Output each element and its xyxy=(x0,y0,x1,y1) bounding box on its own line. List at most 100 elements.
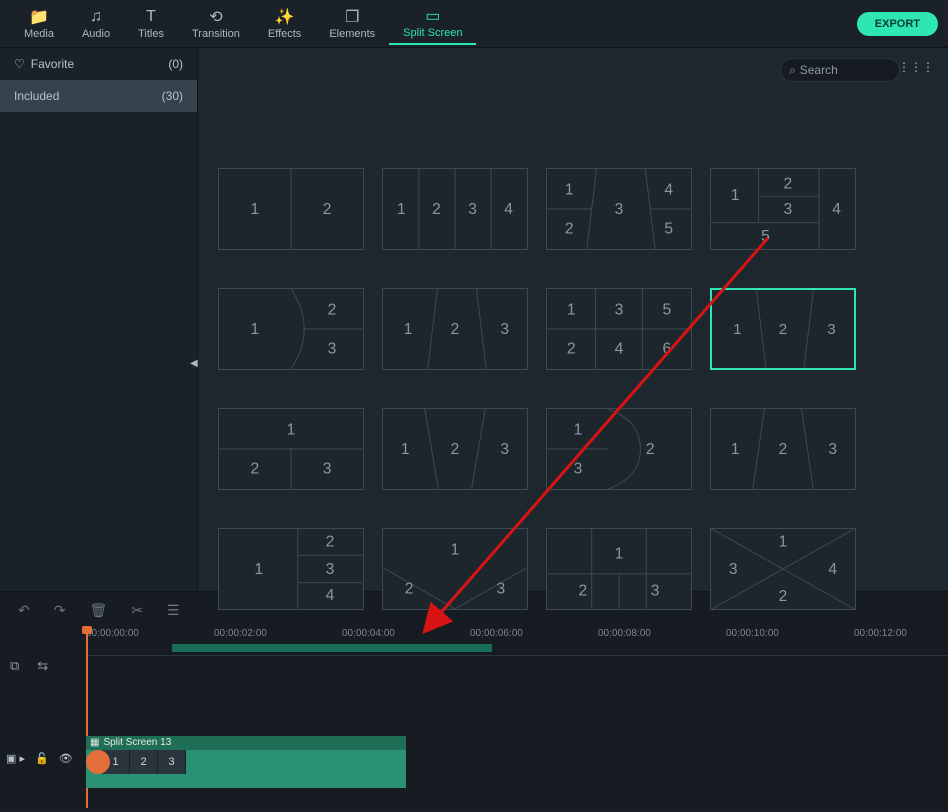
svg-text:2: 2 xyxy=(567,340,576,357)
svg-text:3: 3 xyxy=(651,582,660,599)
svg-text:2: 2 xyxy=(779,321,787,338)
svg-text:1: 1 xyxy=(251,201,260,218)
tab-effects[interactable]: ✨Effects xyxy=(254,4,315,44)
selection-range xyxy=(172,644,492,652)
template-arc3[interactable]: 123 xyxy=(218,288,364,370)
svg-text:2: 2 xyxy=(328,301,337,318)
svg-text:1: 1 xyxy=(731,441,740,458)
settings-icon[interactable]: ☰ xyxy=(167,602,180,619)
favorite-count: (0) xyxy=(168,57,183,71)
svg-text:2: 2 xyxy=(779,441,788,458)
template-6grid[interactable]: 123456 xyxy=(546,288,692,370)
template-3slant-selected[interactable]: 123 xyxy=(710,288,856,370)
link-icon[interactable]: ⇆ xyxy=(37,658,48,674)
redo-icon[interactable]: ↷ xyxy=(54,602,66,619)
time-ruler[interactable]: 00:00:00:00 00:00:02:00 00:00:04:00 00:0… xyxy=(86,628,948,656)
svg-text:3: 3 xyxy=(828,441,837,458)
undo-icon[interactable]: ↶ xyxy=(18,602,30,619)
timeline[interactable]: ⧉ ⇆ 00:00:00:00 00:00:02:00 00:00:04:00 … xyxy=(0,628,948,812)
elements-icon: ❐ xyxy=(345,8,359,26)
collapse-sidebar-icon[interactable]: ◀ xyxy=(190,358,198,369)
time-mark: 00:00:04:00 xyxy=(342,628,395,639)
svg-text:1: 1 xyxy=(397,201,406,218)
svg-text:1: 1 xyxy=(733,321,741,338)
svg-text:1: 1 xyxy=(401,441,410,458)
track-controls: ▣ ▸ 🔓 👁 xyxy=(6,752,73,765)
svg-text:3: 3 xyxy=(323,460,332,477)
grid-view-icon[interactable]: ⋮⋮⋮ xyxy=(898,60,934,74)
template-v3[interactable]: 123 xyxy=(382,528,528,610)
template-5mosaic[interactable]: 12345 xyxy=(710,168,856,250)
folder-icon: 📁 xyxy=(29,8,49,26)
included-count: (30) xyxy=(162,89,183,103)
template-right4[interactable]: 1234 xyxy=(218,528,364,610)
svg-text:2: 2 xyxy=(451,321,460,338)
timeline-left-controls: ⧉ ⇆ xyxy=(10,658,48,674)
svg-text:3: 3 xyxy=(615,201,624,218)
svg-text:1: 1 xyxy=(251,321,260,338)
clip-handle-icon[interactable] xyxy=(86,750,110,774)
template-top1bot2[interactable]: 1 2 3 xyxy=(218,408,364,490)
export-button[interactable]: EXPORT xyxy=(857,12,938,36)
svg-text:2: 2 xyxy=(565,220,574,237)
split-screen-icon: ▭ xyxy=(425,7,440,25)
template-2col[interactable]: 12 xyxy=(218,168,364,250)
tab-titles[interactable]: TTitles xyxy=(124,4,178,44)
eye-icon[interactable]: 👁 xyxy=(59,752,73,765)
clip-tab-2[interactable]: 2 xyxy=(130,750,158,774)
svg-text:3: 3 xyxy=(468,201,477,218)
time-mark: 00:00:02:00 xyxy=(214,628,267,639)
sidebar-item-included[interactable]: Included (30) xyxy=(0,80,197,112)
svg-text:2: 2 xyxy=(784,176,793,193)
svg-text:2: 2 xyxy=(451,441,460,458)
svg-text:2: 2 xyxy=(326,534,335,551)
sidebar-item-favorite[interactable]: ♡Favorite (0) xyxy=(0,48,197,80)
template-leftstackcircle[interactable]: 123 xyxy=(546,408,692,490)
tab-media[interactable]: 📁Media xyxy=(10,4,68,44)
cut-icon[interactable]: ✂ xyxy=(131,602,143,619)
template-3slant[interactable]: 123 xyxy=(382,288,528,370)
template-triangle3[interactable]: 1 2 3 xyxy=(710,408,856,490)
template-x4[interactable]: 1234 xyxy=(710,528,856,610)
tab-transition[interactable]: ⟲Transition xyxy=(178,4,254,44)
text-icon: T xyxy=(146,8,156,26)
clip-cell-tabs: 1 2 3 xyxy=(86,750,186,774)
svg-text:5: 5 xyxy=(761,228,770,245)
svg-text:1: 1 xyxy=(565,181,574,198)
svg-text:5: 5 xyxy=(662,301,671,318)
template-grid: 12 1234 12345 12345 123 123 123456 123 1… xyxy=(198,48,948,630)
tab-audio[interactable]: ♫Audio xyxy=(68,4,124,44)
template-1on2[interactable]: 123 xyxy=(546,528,692,610)
template-trap3[interactable]: 123 xyxy=(382,408,528,490)
svg-text:2: 2 xyxy=(779,588,788,605)
svg-text:3: 3 xyxy=(500,321,509,338)
track-menu-icon[interactable]: ▣ ▸ xyxy=(6,752,25,765)
svg-text:3: 3 xyxy=(729,561,738,578)
clip-tab-3[interactable]: 3 xyxy=(158,750,186,774)
svg-text:1: 1 xyxy=(287,421,296,438)
content-panel: ⌕ Search ⋮⋮⋮ ◀ 12 1234 12345 12345 123 1… xyxy=(198,48,948,591)
lock-icon[interactable]: 🔓 xyxy=(35,752,49,765)
svg-text:2: 2 xyxy=(323,201,332,218)
template-4col[interactable]: 1234 xyxy=(382,168,528,250)
copy-icon[interactable]: ⧉ xyxy=(10,658,19,674)
delete-icon[interactable]: 🗑 xyxy=(89,602,107,619)
sidebar: ♡Favorite (0) Included (30) xyxy=(0,48,198,591)
svg-text:4: 4 xyxy=(832,201,841,218)
template-5slant[interactable]: 12345 xyxy=(546,168,692,250)
svg-text:3: 3 xyxy=(784,201,793,218)
svg-text:1: 1 xyxy=(779,534,788,551)
sparkle-icon: ✨ xyxy=(275,8,295,26)
clip-title: Split Screen 13 xyxy=(103,737,171,748)
svg-text:2: 2 xyxy=(251,460,260,477)
tab-split-screen[interactable]: ▭Split Screen xyxy=(389,3,476,45)
time-mark: 00:00:12:00 xyxy=(854,628,907,639)
svg-text:6: 6 xyxy=(662,340,671,357)
tab-elements[interactable]: ❐Elements xyxy=(315,4,389,44)
search-input[interactable]: ⌕ Search xyxy=(780,58,900,82)
clip-thumb-icon: ▦ xyxy=(90,737,99,748)
svg-text:2: 2 xyxy=(405,580,414,597)
svg-text:3: 3 xyxy=(574,460,583,477)
svg-text:1: 1 xyxy=(567,301,576,318)
svg-text:5: 5 xyxy=(664,220,673,237)
